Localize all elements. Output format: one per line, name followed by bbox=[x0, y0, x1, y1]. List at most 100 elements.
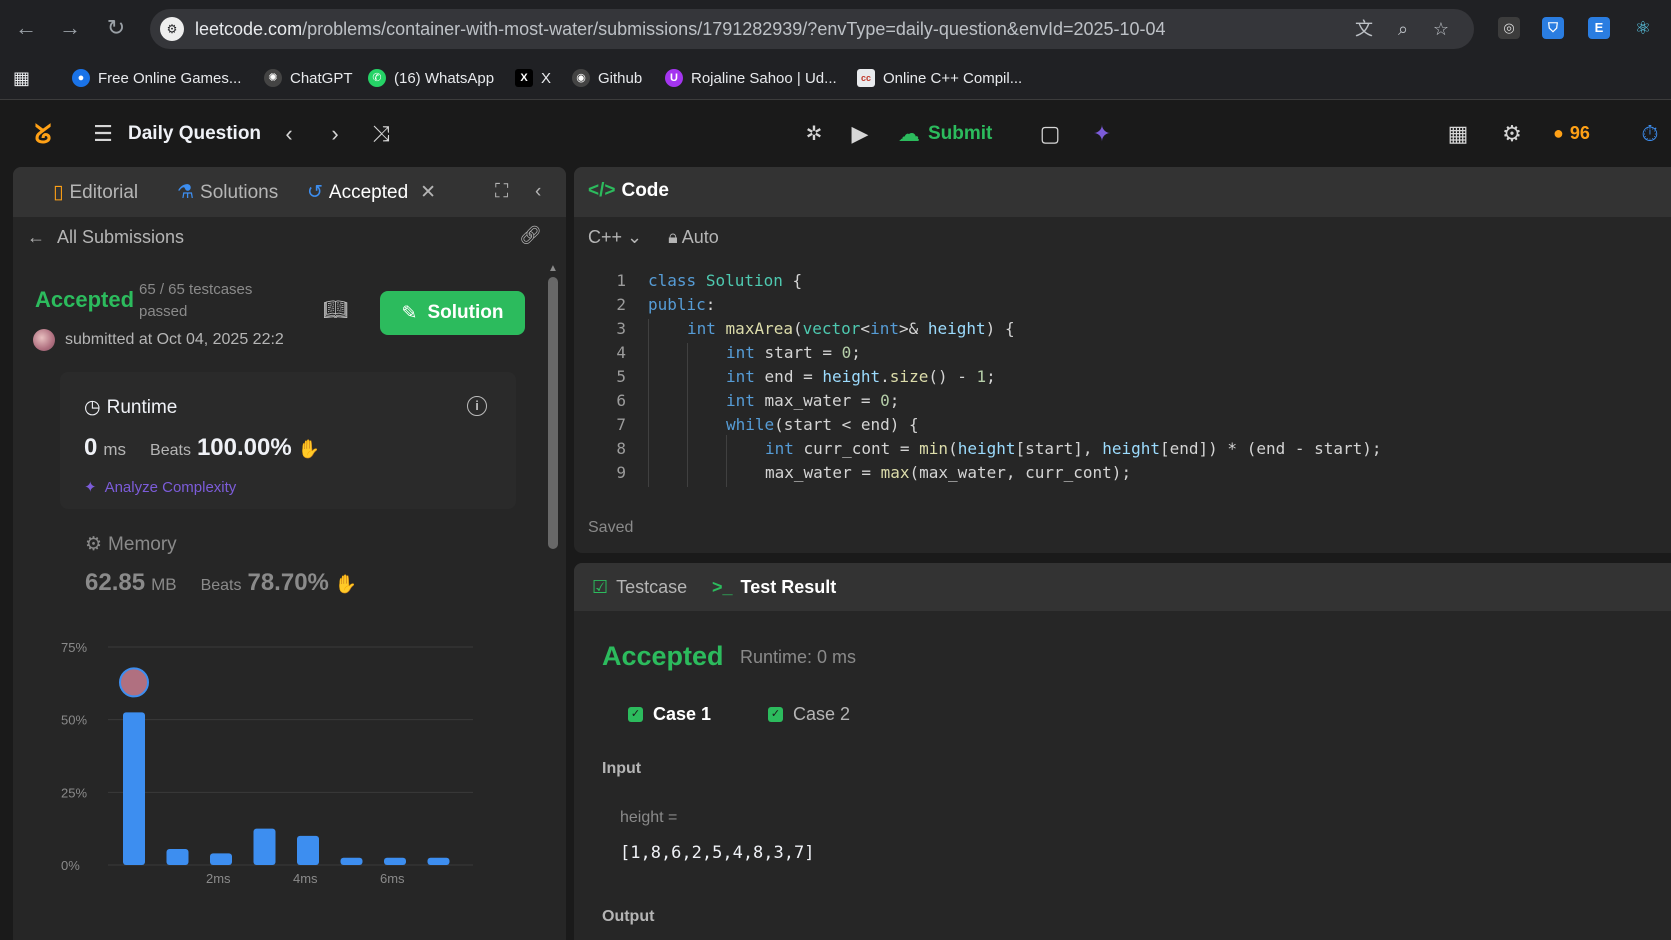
forward-icon[interactable]: → bbox=[56, 14, 84, 42]
shuffle-icon[interactable]: ⤨ bbox=[366, 121, 396, 147]
terminal-icon: >_ bbox=[712, 577, 733, 597]
debug-icon[interactable]: ✲ bbox=[800, 121, 828, 147]
bookmark-star-icon[interactable]: ☆ bbox=[1430, 18, 1452, 40]
clap-hands-icon: ✋ bbox=[297, 439, 321, 459]
testcases-passed: 65 / 65 testcases passed bbox=[139, 281, 253, 320]
streak-counter[interactable]: ● 96 bbox=[1553, 123, 1590, 144]
extension-glasses-icon[interactable]: ◎ bbox=[1498, 17, 1520, 39]
bookmarks-bar: ▦ ● Free Online Games... ✺ ChatGPT ✆ (16) W… bbox=[0, 56, 1671, 100]
avatar[interactable] bbox=[33, 329, 55, 351]
info-icon[interactable]: i bbox=[467, 396, 487, 416]
history-icon: ↺ bbox=[307, 182, 323, 203]
browser-toolbar: ← → ↻ ⚙ leetcode.com/problems/container-… bbox=[0, 0, 1671, 56]
sparkle-icon: ✦ bbox=[84, 479, 97, 496]
save-status: Saved bbox=[588, 519, 634, 536]
apps-grid-icon[interactable]: ▦ bbox=[13, 67, 30, 89]
leetcode-logo-icon[interactable]: ᘜ bbox=[28, 121, 58, 147]
prev-problem-icon[interactable]: ‹ bbox=[276, 121, 302, 147]
address-bar[interactable]: ⚙ leetcode.com/problems/container-with-m… bbox=[150, 9, 1474, 49]
bookmark-item[interactable]: ✆ (16) WhatsApp bbox=[368, 67, 494, 89]
left-tabs: ▯ Editorial ⚗ Solutions ↺ Accepted ✕ ⛶ ‹ bbox=[13, 167, 566, 217]
case-tab-1[interactable]: ✓ Case 1 bbox=[628, 704, 711, 725]
indent-guide bbox=[687, 343, 688, 487]
cloud-upload-icon: ☁ bbox=[898, 121, 920, 146]
tab-editorial[interactable]: ▯ Editorial bbox=[53, 181, 138, 204]
share-link-icon[interactable]: 🔗︎ bbox=[519, 225, 542, 246]
result-panel: ☑ Testcase >_ Test Result Accepted Runtime… bbox=[574, 563, 1671, 940]
translate-icon[interactable]: 文 bbox=[1353, 18, 1375, 40]
output-label: Output bbox=[602, 908, 655, 925]
all-submissions-link[interactable]: ← All Submissions bbox=[27, 227, 184, 248]
language-select[interactable]: C++ ⌄ bbox=[588, 227, 642, 248]
zoom-icon[interactable]: ⌕ bbox=[1392, 18, 1414, 40]
bookmark-item[interactable]: cc Online C++ Compil... bbox=[857, 67, 1022, 89]
case-tab-2[interactable]: ✓ Case 2 bbox=[768, 704, 850, 725]
chip-icon: ⚙ bbox=[85, 534, 103, 555]
url-path: /problems/container-with-most-water/subm… bbox=[302, 19, 1166, 39]
bookmark-item[interactable]: ● Free Online Games... bbox=[72, 67, 241, 89]
collapse-panel-icon[interactable]: ‹ bbox=[535, 181, 541, 203]
notes-icon[interactable]: ▢ bbox=[1036, 121, 1064, 147]
code-title: </> Code bbox=[588, 180, 669, 201]
layout-icon[interactable]: ▦ bbox=[1444, 121, 1472, 147]
extension-shield-icon[interactable]: ⛉ bbox=[1542, 17, 1564, 39]
tab-accepted[interactable]: ↺ Accepted ✕ bbox=[307, 181, 436, 204]
submit-button[interactable]: ☁ Submit bbox=[898, 119, 992, 149]
memory-value: 62.85 MB Beats 78.70% ✋ bbox=[85, 569, 358, 596]
chatgpt-icon: ✺ bbox=[264, 69, 282, 87]
bookmark-item[interactable]: U Rojaline Sahoo | Ud... bbox=[665, 67, 837, 89]
autocomplete-toggle[interactable]: 🔒︎ Auto bbox=[668, 227, 719, 248]
bookmark-item[interactable]: ✺ ChatGPT bbox=[264, 67, 353, 89]
chart-bar bbox=[123, 712, 145, 865]
runtime-label: ◷ Runtime bbox=[84, 396, 178, 419]
runtime-card[interactable]: ◷ Runtime i 0 ms Beats 100.00% ✋ ✦ Analyze… bbox=[60, 372, 516, 509]
tab-testcase[interactable]: ☑ Testcase bbox=[592, 577, 687, 598]
daily-question-title[interactable]: Daily Question bbox=[128, 123, 261, 145]
whatsapp-icon: ✆ bbox=[368, 69, 386, 87]
open-book-icon[interactable]: 📖︎ bbox=[323, 297, 348, 322]
back-icon[interactable]: ← bbox=[12, 14, 40, 42]
fire-icon: ● bbox=[1553, 123, 1564, 143]
result-header: ☑ Testcase >_ Test Result bbox=[574, 563, 1671, 611]
github-icon: ◉ bbox=[572, 69, 590, 87]
y-tick-label: 0% bbox=[61, 858, 80, 873]
reload-icon[interactable]: ↻ bbox=[102, 14, 130, 42]
param-value[interactable]: [1,8,6,2,5,4,8,3,7] bbox=[620, 843, 814, 863]
app-header: ᘜ ☰ Daily Question ‹ › ⤨ ✲ ▶ ☁ Submit ▢ ✦… bbox=[0, 101, 1671, 165]
chart-bar bbox=[384, 857, 406, 865]
solution-button[interactable]: ✎ Solution bbox=[380, 291, 525, 335]
tab-solutions[interactable]: ⚗ Solutions bbox=[177, 181, 278, 204]
analyze-complexity-link[interactable]: ✦ Analyze Complexity bbox=[84, 478, 236, 497]
distribution-chart[interactable]: 75% 50% 25% 0% 2ms 4ms 6ms bbox=[13, 637, 533, 940]
check-icon: ✓ bbox=[768, 707, 783, 722]
ai-sparkle-icon[interactable]: ✦ bbox=[1088, 121, 1116, 147]
maximize-icon[interactable]: ⛶ bbox=[495, 181, 508, 203]
chart-bar bbox=[427, 857, 450, 865]
extension-e-icon[interactable]: E bbox=[1588, 17, 1610, 39]
bookmark-item[interactable]: XX bbox=[515, 67, 551, 89]
run-icon[interactable]: ▶ bbox=[846, 121, 874, 147]
flask-icon: ⚗ bbox=[177, 182, 195, 203]
timer-icon[interactable]: ⏱ bbox=[1636, 121, 1664, 147]
submission-panel: ▯ Editorial ⚗ Solutions ↺ Accepted ✕ ⛶ ‹ ← Al… bbox=[13, 167, 566, 940]
url-text[interactable]: leetcode.com/problems/container-with-mos… bbox=[195, 19, 1166, 40]
next-problem-icon[interactable]: › bbox=[322, 121, 348, 147]
scrollbar[interactable] bbox=[548, 277, 558, 549]
result-runtime: Runtime: 0 ms bbox=[740, 647, 857, 667]
site-info-icon[interactable]: ⚙ bbox=[160, 17, 184, 41]
x-icon: X bbox=[515, 69, 533, 87]
bookmark-item[interactable]: ◉ Github bbox=[572, 67, 642, 89]
checkbox-icon: ☑ bbox=[592, 577, 609, 597]
chart-bar bbox=[253, 828, 276, 865]
code-icon: </> bbox=[588, 180, 616, 201]
settings-gear-icon[interactable]: ⚙ bbox=[1498, 121, 1526, 147]
close-tab-icon[interactable]: ✕ bbox=[420, 181, 436, 204]
extension-react-icon[interactable]: ⚛ bbox=[1632, 17, 1654, 39]
problem-list-icon[interactable]: ☰ bbox=[90, 121, 116, 147]
memory-label[interactable]: ⚙ Memory bbox=[85, 533, 177, 556]
code-panel: </> Code C++ ⌄ 🔒︎ Auto 1 class Solution { … bbox=[574, 167, 1671, 553]
scroll-up-icon[interactable]: ▲ bbox=[548, 263, 558, 274]
y-tick-label: 25% bbox=[61, 785, 87, 800]
tab-test-result[interactable]: >_ Test Result bbox=[712, 577, 836, 598]
input-label: Input bbox=[602, 760, 642, 777]
